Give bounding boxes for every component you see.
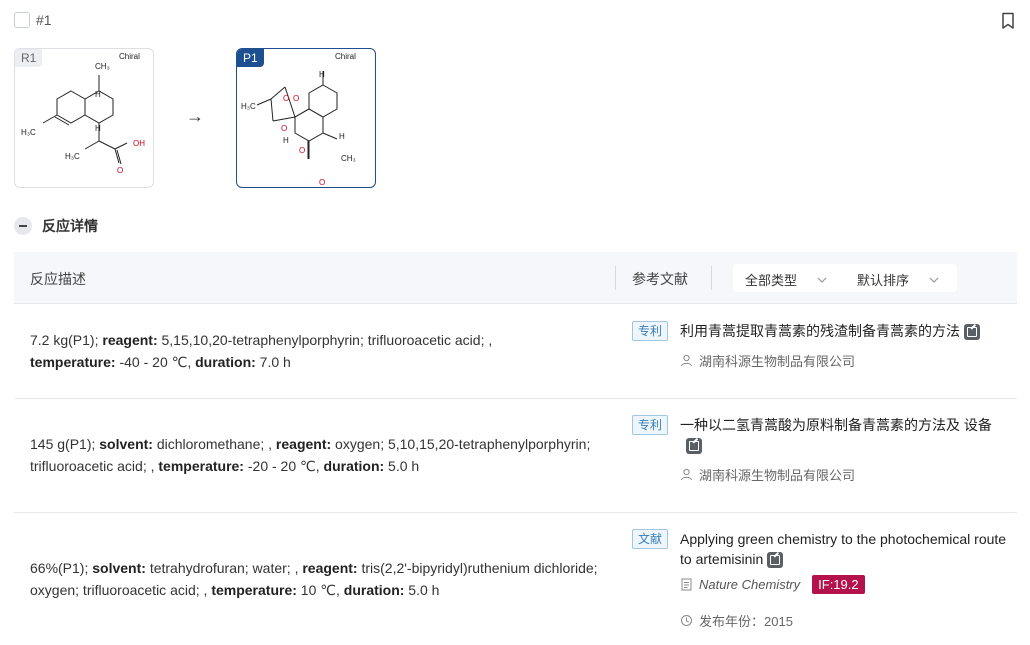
collapse-icon [14,217,32,235]
column-description-header: 反应描述 [30,271,86,287]
assignee-name: 湖南科源生物制品有限公司 [699,468,856,483]
ref-title-link[interactable]: 一种以二氢青蒿酸为原料制备青蒿素的方法及 设备 [680,415,1010,455]
yield-text: 66%(P1); [30,560,93,576]
external-link-icon[interactable] [686,438,702,455]
svg-text:CH₃: CH₃ [341,154,356,163]
document-icon [681,578,692,591]
clock-icon [681,615,692,626]
column-divider [711,266,712,290]
chevron-down-icon [929,277,939,283]
field-value: dichloromethane; , [152,436,276,452]
field-key: duration: [195,354,256,370]
impact-factor-badge: IF:19.2 [812,575,865,594]
product-chiral-label: Chiral [335,52,356,61]
svg-text:H₃C: H₃C [241,102,256,111]
ref-title-link[interactable]: 利用青蒿提取青蒿素的残渣制备青蒿素的方法 [680,321,1010,341]
reaction-header: #1 [14,12,52,28]
sort-label: 默认排序 [857,273,910,288]
user-icon [681,354,692,367]
field-key: solvent: [92,560,146,576]
ref-title: Applying green chemistry to the photoche… [680,531,1007,567]
field-value: -40 - 20 ℃, [115,354,196,370]
svg-text:H: H [319,70,325,79]
field-key: reagent: [275,436,332,452]
filter-bar: 全部类型 默认排序 [733,264,957,292]
table-row: 7.2 kg(P1); reagent: 5,15,10,20-tetraphe… [14,305,1017,399]
table-header: 反应描述 参考文献 全部类型 默认排序 [14,252,1017,304]
field-key: reagent: [302,560,358,576]
field-key: temperature: [30,354,116,370]
svg-text:CH₃: CH₃ [95,62,110,71]
reactant-chiral-label: Chiral [119,52,140,61]
field-value: tetrahydrofuran; water; , [145,560,303,576]
external-link-icon[interactable] [767,552,784,569]
chevron-down-icon [817,277,827,283]
table-row: 145 g(P1); solvent: dichloromethane; , r… [14,399,1017,513]
product-molecule-drawing: Chiral H H H₃C H CH₃ O O O O O [241,52,356,187]
reactant-structure[interactable]: R1 Chiral CH₃ H H H₃C H₃C OH O [14,48,154,188]
field-key: temperature: [158,458,244,474]
journal-line: Nature Chemistry IF:19.2 [680,575,865,594]
svg-text:O: O [319,178,325,187]
select-checkbox[interactable] [14,12,30,28]
type-filter-label: 全部类型 [745,273,798,288]
user-icon [681,468,692,481]
ref-title-link[interactable]: Applying green chemistry to the photoche… [680,529,1010,569]
reaction-description: 66%(P1); solvent: tetrahydrofuran; water… [30,557,600,601]
field-value: 10 ℃, [296,582,344,598]
svg-text:H₃C: H₃C [21,128,36,137]
svg-text:H: H [339,132,345,141]
column-references-header: 参考文献 [632,271,688,287]
reaction-description: 7.2 kg(P1); reagent: 5,15,10,20-tetraphe… [30,329,600,373]
svg-text:O: O [117,166,123,175]
reactant-molecule-drawing: Chiral CH₃ H H H₃C H₃C OH O [21,52,145,175]
sort-dropdown[interactable]: 默认排序 [857,270,939,289]
ref-type-badge: 文献 [632,529,669,549]
year-label: 发布年份： [699,614,765,629]
type-filter-dropdown[interactable]: 全部类型 [745,270,827,289]
field-value: 5.0 h [384,458,420,474]
svg-text:O: O [299,146,305,155]
year-value: 2015 [764,614,793,629]
assignee-name: 湖南科源生物制品有限公司 [699,354,856,369]
bookmark-icon[interactable] [1000,12,1016,30]
field-key: temperature: [211,582,297,598]
field-key: reagent: [102,332,158,348]
svg-text:O: O [281,124,287,133]
assignee-line: 湖南科源生物制品有限公司 [680,465,855,484]
journal-name: Nature Chemistry [699,577,801,592]
svg-text:H₃C: H₃C [65,152,80,161]
field-value: 5,15,10,20-tetraphenylporphyrin; trifluo… [157,332,493,348]
year-line: 发布年份：2015 [680,611,793,630]
svg-text:H: H [95,90,101,99]
ref-title: 一种以二氢青蒿酸为原料制备青蒿素的方法及 设备 [680,417,992,433]
svg-text:O: O [293,94,299,103]
field-key: duration: [343,582,405,598]
field-key: solvent: [99,436,153,452]
field-value: 5.0 h [404,582,440,598]
field-key: duration: [323,458,385,474]
ref-type-badge: 专利 [632,321,669,341]
ref-title: 利用青蒿提取青蒿素的残渣制备青蒿素的方法 [680,323,960,339]
svg-text:H: H [283,136,289,145]
section-title: 反应详情 [42,218,98,234]
svg-text:H: H [95,124,101,133]
field-value: 7.0 h [255,354,291,370]
svg-text:OH: OH [133,139,145,148]
field-value: -20 - 20 ℃, [243,458,324,474]
yield-text: 145 g(P1); [30,436,100,452]
table-row: 66%(P1); solvent: tetrahydrofuran; water… [14,513,1017,645]
ref-type-badge: 专利 [632,415,669,435]
product-structure[interactable]: P1 Chiral H H H₃C H CH₃ O O O O O [236,48,376,188]
reaction-scheme: R1 Chiral CH₃ H H H₃C H₃C OH O → P1 Chir… [14,48,376,188]
reaction-id: #1 [36,12,52,28]
reaction-description: 145 g(P1); solvent: dichloromethane; , r… [30,433,600,477]
yield-text: 7.2 kg(P1); [30,332,103,348]
assignee-line: 湖南科源生物制品有限公司 [680,351,855,370]
reaction-arrow: → [186,106,204,126]
reaction-details-toggle[interactable]: 反应详情 [14,216,98,236]
column-divider [615,266,616,290]
svg-text:O: O [283,94,289,103]
external-link-icon[interactable] [964,324,980,341]
